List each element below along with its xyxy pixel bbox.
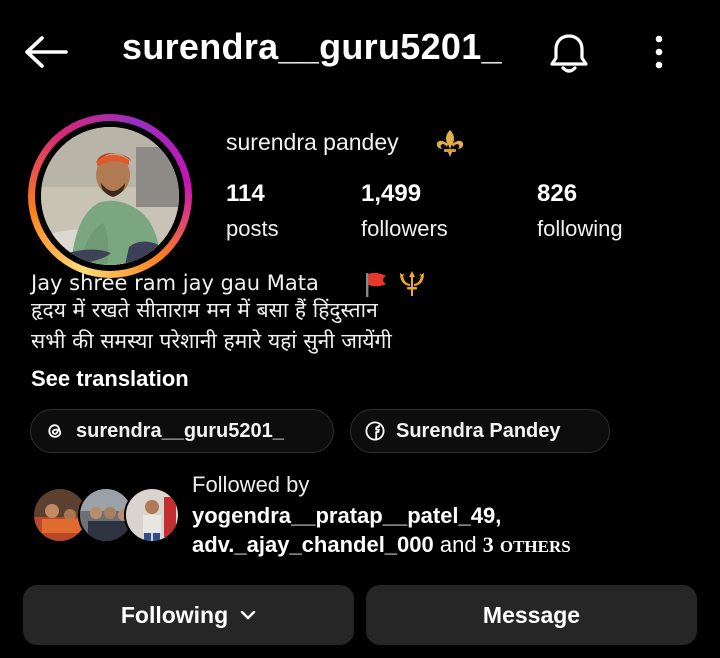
others-count[interactable]: 3 bbox=[483, 532, 494, 557]
mutual-avatar-3[interactable] bbox=[124, 487, 180, 543]
facebook-link[interactable]: Surendra Pandey bbox=[350, 409, 610, 453]
back-arrow-icon[interactable] bbox=[22, 30, 70, 74]
following-count[interactable]: 826 bbox=[537, 180, 577, 208]
facebook-icon bbox=[365, 421, 385, 441]
fleur-de-lis-icon bbox=[436, 130, 464, 157]
following-label[interactable]: following bbox=[537, 216, 623, 242]
flag-icon bbox=[366, 272, 386, 297]
threads-link[interactable]: surendra__guru5201_ bbox=[30, 409, 334, 453]
chevron-down-icon bbox=[240, 610, 256, 620]
following-button[interactable]: Following bbox=[23, 585, 354, 645]
bio-line-3: सभी की समस्या परेशानी हमारे यहां सुनी जा… bbox=[31, 329, 392, 353]
profile-username-title: surendra__guru5201_ bbox=[122, 26, 502, 67]
and-text: and bbox=[439, 532, 477, 557]
threads-icon bbox=[48, 424, 62, 438]
followed-by-names[interactable]: yogendra__pratap__patel_49, adv._ajay_ch… bbox=[192, 501, 571, 561]
threads-link-label: surendra__guru5201_ bbox=[76, 419, 284, 442]
mutual-follower-row-2: adv._ajay_chandel_000 and 3 OTHERS bbox=[192, 530, 571, 561]
posts-count[interactable]: 114 bbox=[226, 180, 265, 208]
avatar-photo bbox=[41, 127, 179, 265]
followed-by-label: Followed by bbox=[192, 472, 310, 497]
others-label[interactable]: OTHERS bbox=[500, 537, 571, 556]
bell-icon[interactable] bbox=[547, 28, 591, 76]
message-button-label: Message bbox=[482, 601, 581, 628]
mutual-follower-2[interactable]: adv._ajay_chandel_000 bbox=[192, 532, 434, 557]
followers-label[interactable]: followers bbox=[361, 216, 448, 242]
mutual-follower-1[interactable]: yogendra__pratap__patel_49, bbox=[192, 501, 571, 530]
see-translation-link[interactable]: See translation bbox=[31, 366, 189, 392]
posts-label[interactable]: posts bbox=[226, 216, 279, 242]
trident-icon bbox=[400, 271, 424, 296]
avatar[interactable] bbox=[41, 127, 179, 265]
bio-line-1: Jay shree ram jay gau Mata bbox=[31, 271, 319, 295]
more-options-icon[interactable] bbox=[645, 28, 673, 76]
following-button-label: Following bbox=[120, 601, 229, 628]
display-name: surendra pandey bbox=[226, 129, 399, 155]
bio-line-2: हृदय में रखते सीताराम मन में बसा हैं हिं… bbox=[31, 298, 378, 322]
followers-count[interactable]: 1,499 bbox=[361, 180, 421, 208]
facebook-link-label: Surendra Pandey bbox=[396, 419, 561, 442]
message-button[interactable]: Message bbox=[366, 585, 697, 645]
